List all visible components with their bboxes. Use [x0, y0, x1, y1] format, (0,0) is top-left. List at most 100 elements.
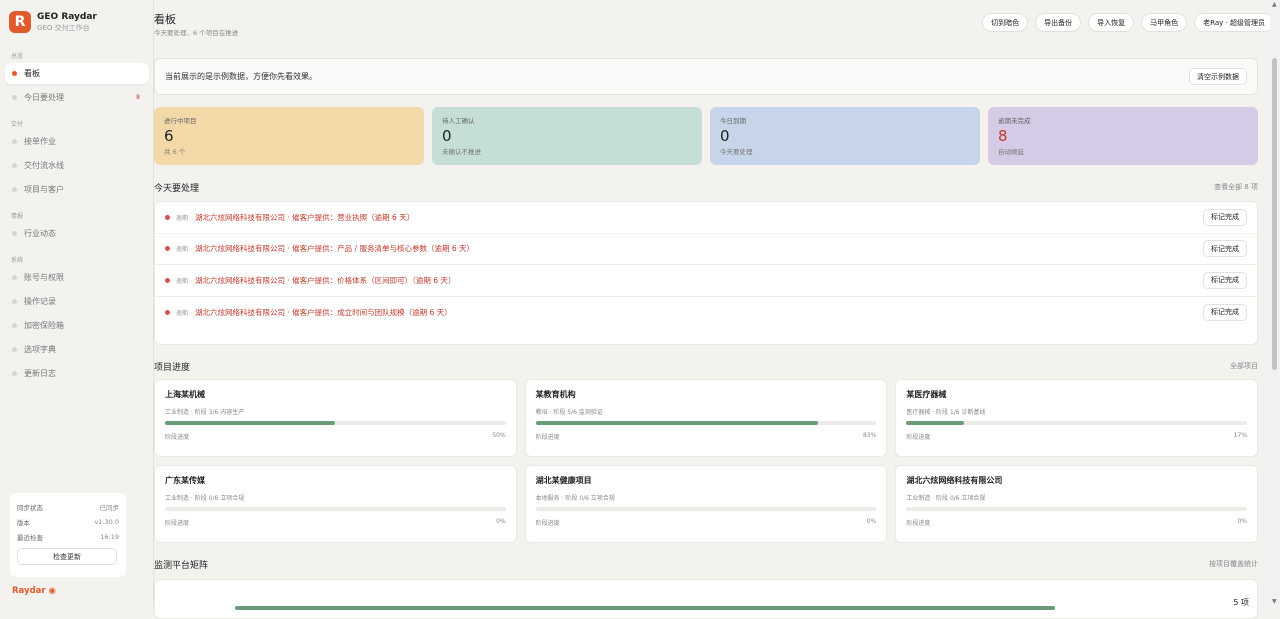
platform-matrix: 5 项	[154, 579, 1258, 619]
brand[interactable]: R GEO Raydar GEO 交付工作台	[9, 11, 97, 33]
stat-value: 0	[720, 127, 730, 145]
sync-panel: 同步状态 已同步 版本 v1.30.0 最近检查 16:19 检查更新	[10, 493, 126, 577]
mark-done-button[interactable]: 标记完成	[1203, 303, 1247, 321]
stats-row: 进行中项目 6 共 6 个 待人工确认 0 未确认不推进 今日到期 0 今天要处…	[154, 107, 1258, 165]
overdue-dot-icon	[165, 309, 170, 315]
progress-section-title: 项目进度	[154, 363, 191, 373]
stat-card-pending[interactable]: 待人工确认 0 未确认不推进	[432, 107, 702, 165]
main-content: 看板 今天要处理、6 个项目在推进 切到暗色 导出备份 导入恢复 马甲角色 老R…	[154, 0, 1274, 619]
app-logo-icon: R	[9, 11, 31, 33]
project-card[interactable]: 某教育机构 教培 · 阶段 5/6 监测验证 阶段进度 83%	[524, 379, 888, 457]
progress-bar	[165, 421, 506, 425]
progress-bar	[906, 507, 1247, 511]
stat-card-due-today[interactable]: 今日到期 0 今天要处理	[710, 107, 980, 165]
notice-text: 当前展示的是示例数据，方便你先看效果。	[165, 72, 317, 81]
progress-fill	[906, 421, 965, 425]
dot-icon	[12, 275, 17, 280]
scroll-up-icon[interactable]: ▲	[1272, 1, 1277, 8]
check-update-button[interactable]: 检查更新	[17, 548, 117, 565]
mark-done-button[interactable]: 标记完成	[1203, 208, 1247, 226]
sidebar-item-dashboard[interactable]: 看板	[5, 63, 149, 84]
dot-icon	[12, 71, 17, 76]
role-button[interactable]: 马甲角色	[1141, 13, 1188, 32]
sidebar-item-logs[interactable]: 操作记录	[5, 291, 149, 312]
dot-icon	[12, 163, 17, 168]
user-menu-button[interactable]: 老Ray · 超级管理员	[1194, 13, 1274, 32]
progress-bar	[165, 507, 506, 511]
overdue-dot-icon	[165, 214, 170, 220]
matrix-link[interactable]: 按项目覆盖统计	[1209, 559, 1258, 569]
matrix-section-title: 监测平台矩阵	[154, 561, 209, 571]
dot-icon	[12, 95, 17, 100]
mark-done-button[interactable]: 标记完成	[1203, 271, 1247, 289]
section-intel: 情报	[11, 213, 24, 220]
project-card[interactable]: 湖北六炫网络科技有限公司 工业制造 · 阶段 0/6 立项合规 阶段进度 0%	[895, 465, 1258, 543]
sidebar-item-dictionary[interactable]: 选项字典	[5, 339, 149, 360]
section-system-dot: ·	[121, 258, 123, 265]
dot-icon	[12, 139, 17, 144]
sidebar: R GEO Raydar GEO 交付工作台 总览 看板 今日要处理 8 交付 接…	[0, 0, 154, 607]
project-card[interactable]: 广东某传媒 工业制造 · 阶段 0/6 立项合规 阶段进度 0%	[154, 465, 517, 543]
dot-icon	[12, 323, 17, 328]
sync-status-value: 已同步	[99, 503, 120, 512]
sidebar-item-orders[interactable]: 接单作业	[5, 131, 149, 152]
project-card[interactable]: 某医疗器械 医疗器械 · 阶段 1/6 诊断基线 阶段进度 17%	[895, 379, 1258, 457]
progress-bar	[906, 421, 1247, 425]
list-item: 逾期 湖北六炫网络科技有限公司 · 催客户提供：产品 / 服务清单与核心参数（逾期…	[155, 234, 1257, 265]
dot-icon	[12, 187, 17, 192]
dot-icon	[12, 299, 17, 304]
project-card[interactable]: 湖北某健康项目 本地服务 · 阶段 0/6 立项合规 阶段进度 0%	[524, 465, 888, 543]
count-badge: 8	[136, 94, 140, 101]
progress-bar	[535, 421, 877, 425]
mark-done-button[interactable]: 标记完成	[1203, 240, 1247, 258]
all-projects-link[interactable]: 全部项目	[1230, 361, 1258, 371]
stat-card-overdue[interactable]: 逾期未完成 8 自动顺延	[988, 107, 1258, 165]
sidebar-item-industry[interactable]: 行业动态	[5, 223, 149, 244]
sidebar-item-accounts[interactable]: 账号与权限	[5, 267, 149, 288]
sidebar-item-changelog[interactable]: 更新日志	[5, 363, 149, 384]
demo-notice: 当前展示的是示例数据，方便你先看效果。 清空示例数据	[154, 58, 1258, 95]
project-grid: 上海某机械 工业制造 · 阶段 3/6 内容生产 阶段进度 50% 某教育机构 教…	[154, 379, 1258, 543]
list-item: 逾期 湖北六炫网络科技有限公司 · 催客户提供：营业执照（逾期 6 天） 标记完成	[155, 202, 1257, 234]
sidebar-item-pipeline[interactable]: 交付流水线	[5, 155, 149, 176]
dark-mode-button[interactable]: 切到暗色	[982, 13, 1029, 32]
stat-value: 0	[442, 127, 452, 145]
version-label: 版本	[17, 518, 30, 527]
overdue-dot-icon	[165, 246, 170, 252]
scrollbar-thumb[interactable]	[1272, 58, 1277, 370]
scrollbar[interactable]: ▲ ▼	[1270, 0, 1280, 607]
header-actions: 切到暗色 导出备份 导入恢复 马甲角色 老Ray · 超级管理员	[982, 13, 1274, 32]
page-subtitle: 今天要处理、6 个项目在推进	[154, 29, 239, 37]
brand-name: GEO Raydar	[37, 11, 97, 22]
dot-icon	[12, 371, 17, 376]
section-overview: 总览	[11, 53, 24, 60]
overdue-dot-icon	[165, 277, 170, 283]
project-card[interactable]: 上海某机械 工业制造 · 阶段 3/6 内容生产 阶段进度 50%	[154, 379, 517, 457]
logo-mark-icon: ◉	[48, 586, 56, 596]
import-restore-button[interactable]: 导入恢复	[1088, 13, 1135, 32]
last-check-label: 最近检查	[17, 533, 43, 542]
progress-bar	[535, 507, 877, 511]
stat-card-active[interactable]: 进行中项目 6 共 6 个	[154, 107, 424, 165]
last-check-value: 16:19	[100, 532, 119, 541]
scroll-down-icon[interactable]: ▼	[1272, 598, 1277, 605]
page-title: 看板	[154, 13, 176, 26]
footer-logo: Raydar ◉	[12, 586, 56, 596]
sidebar-item-today[interactable]: 今日要处理 8	[5, 87, 149, 108]
list-item: 逾期 湖北六炫网络科技有限公司 · 催客户提供：价格体系（区间即可）（逾期 6 天…	[155, 265, 1257, 297]
section-delivery: 交付	[11, 121, 24, 128]
dot-icon	[12, 347, 17, 352]
clear-demo-button[interactable]: 清空示例数据	[1189, 68, 1247, 85]
stat-value: 6	[164, 127, 174, 145]
stat-value: 8	[998, 127, 1008, 145]
sidebar-item-projects[interactable]: 项目与客户	[5, 179, 149, 200]
version-value: v1.30.0	[94, 517, 119, 526]
progress-fill	[535, 421, 819, 425]
export-backup-button[interactable]: 导出备份	[1035, 13, 1082, 32]
section-system: 系统	[11, 257, 24, 264]
view-all-todo-link[interactable]: 查看全部 8 项	[1214, 182, 1258, 192]
sidebar-item-vault[interactable]: 加密保险箱	[5, 315, 149, 336]
sync-status-label: 同步状态	[17, 503, 43, 512]
matrix-count: 5 项	[1233, 598, 1249, 607]
todo-section-title: 今天要处理	[154, 184, 200, 194]
